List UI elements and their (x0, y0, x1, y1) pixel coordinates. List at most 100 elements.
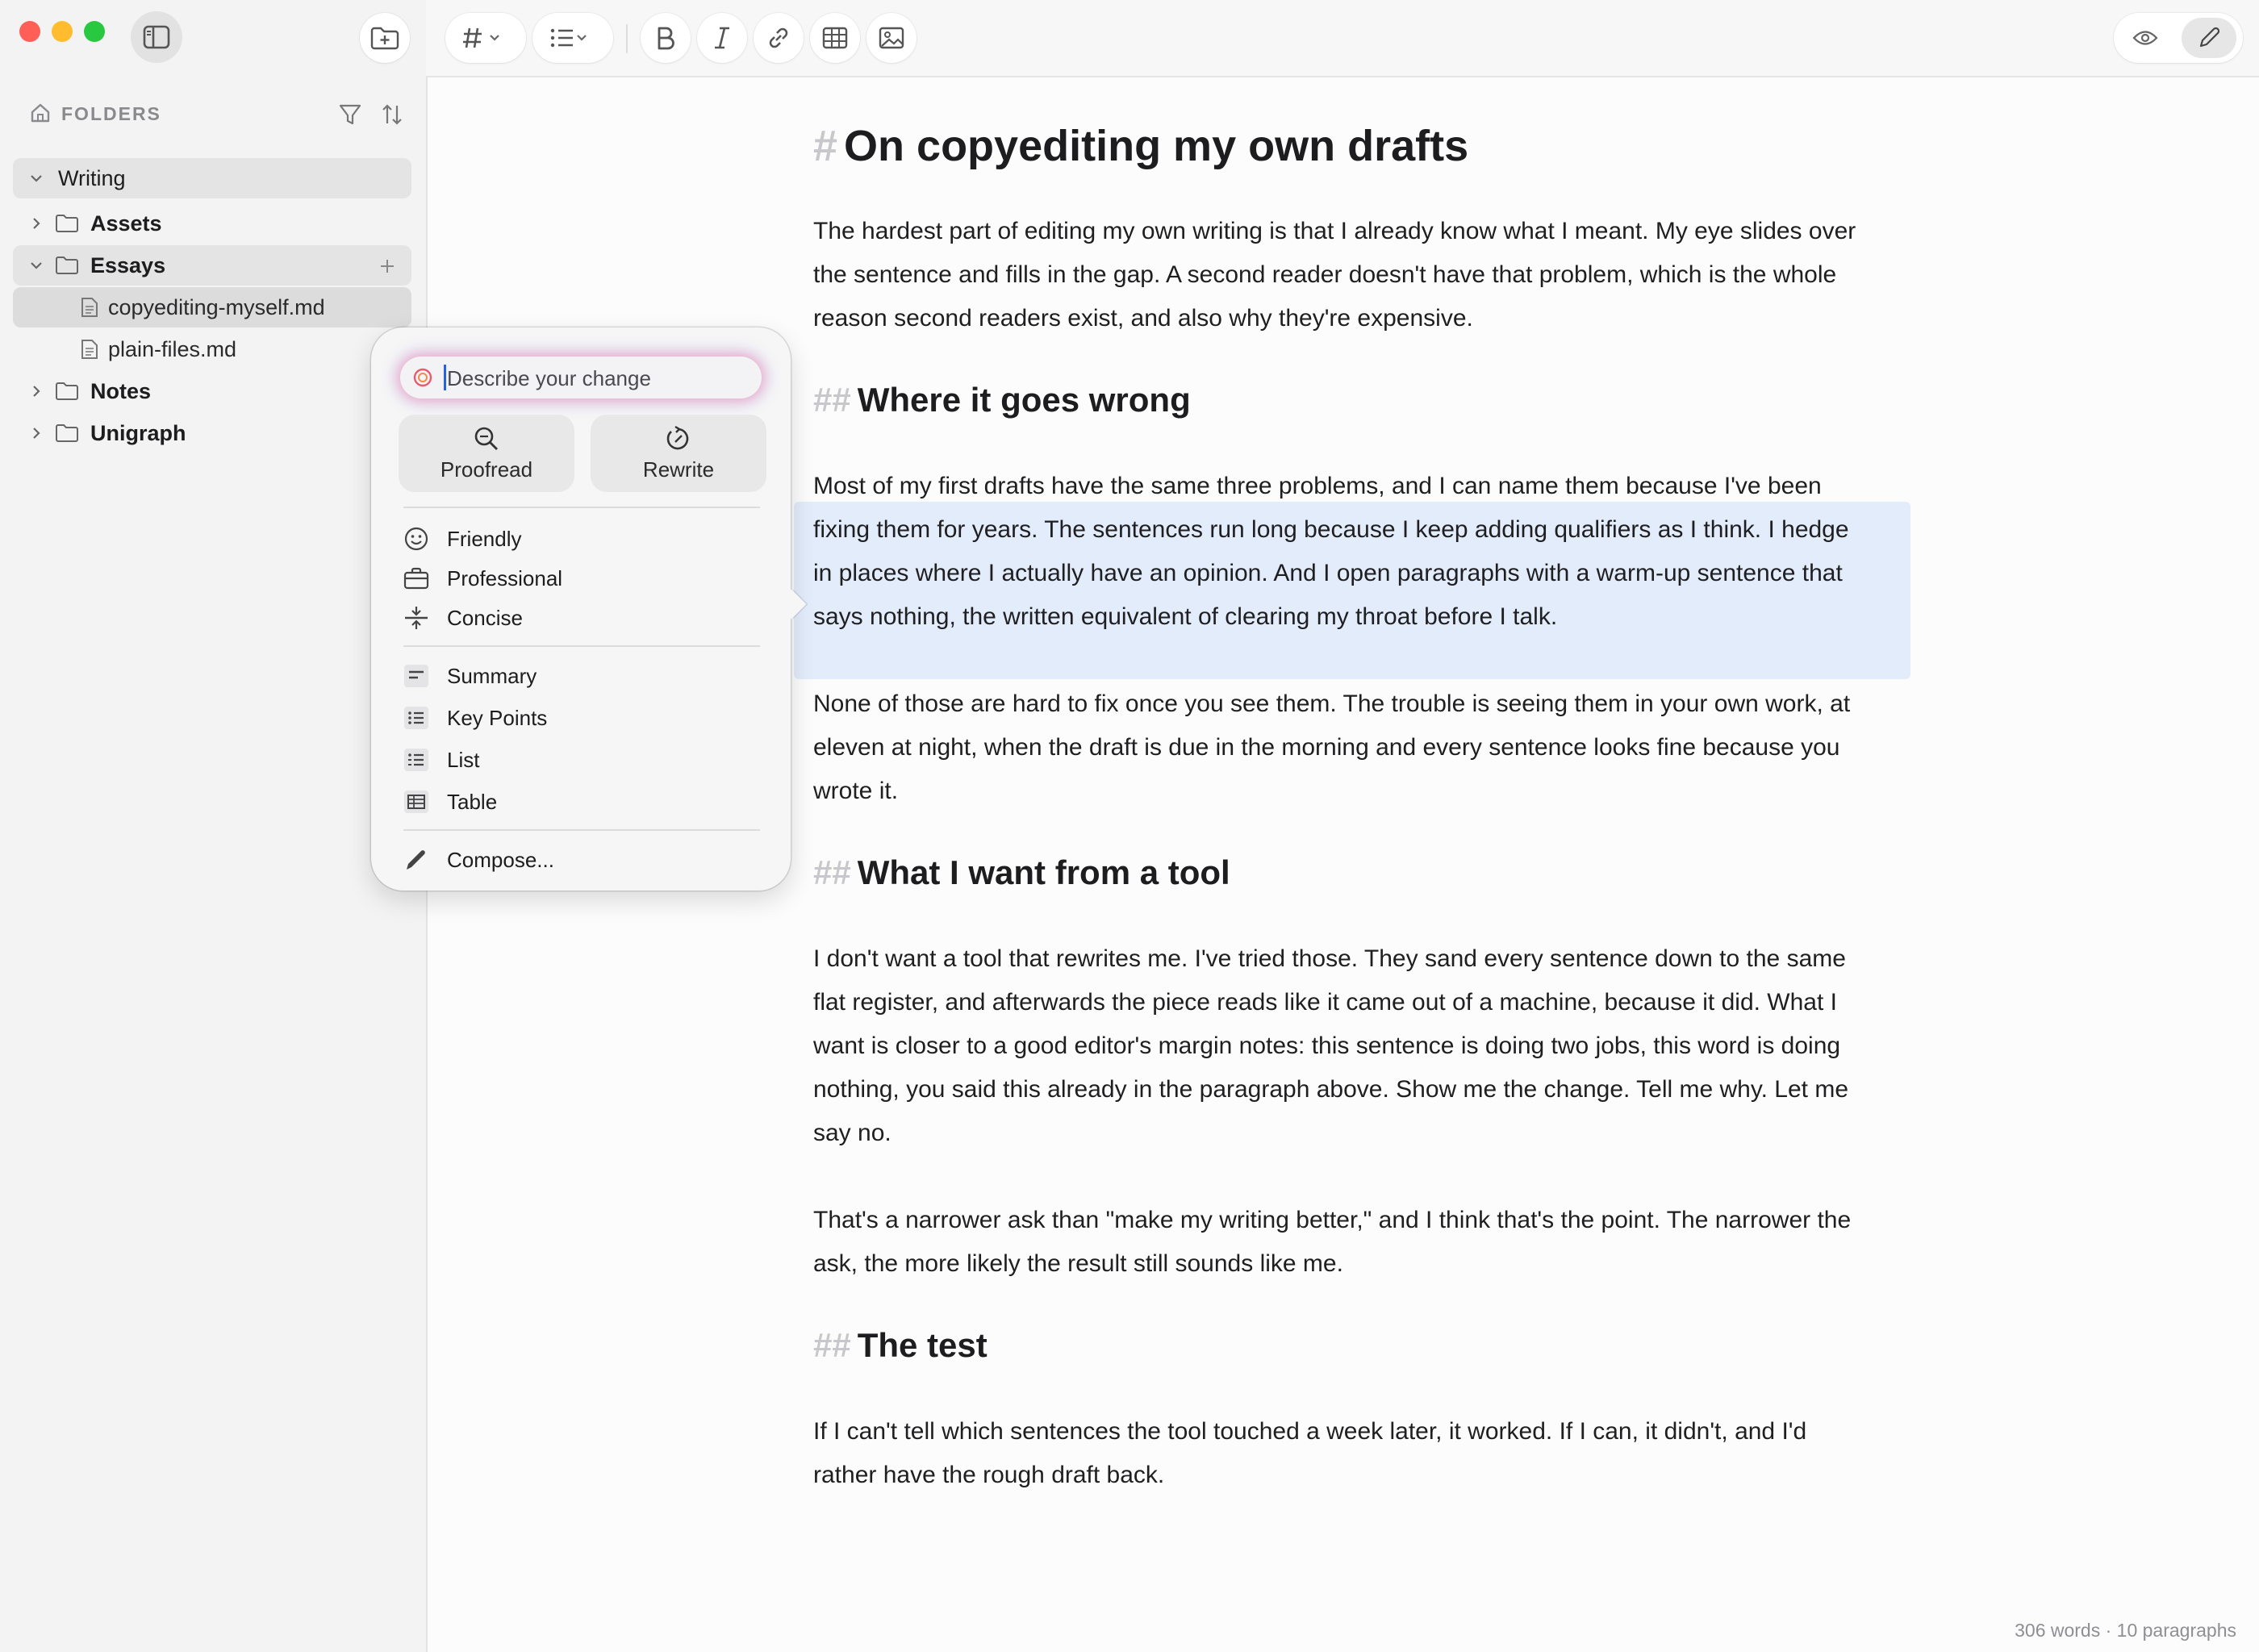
edit-mode-button[interactable] (2182, 18, 2236, 58)
menu-item-table[interactable]: Table (403, 784, 497, 820)
paragraph[interactable]: None of those are hard to fix once you s… (813, 682, 1862, 813)
folder-icon (55, 256, 79, 275)
menu-item-label: Concise (447, 605, 523, 630)
table-button[interactable] (810, 13, 860, 63)
table-icon (822, 27, 848, 49)
zoom-window-button[interactable] (84, 21, 105, 42)
tree-item-copyediting-myself[interactable]: copyediting-myself.md (13, 287, 411, 327)
writing-tools-popover: Describe your change Proofread Rewrite F… (371, 327, 807, 891)
paragraph-selected[interactable]: Most of my first drafts have the same th… (813, 465, 1862, 639)
proofread-label: Proofread (440, 457, 533, 482)
list-icon (550, 28, 587, 48)
minimize-window-button[interactable] (52, 21, 73, 42)
document-icon (81, 297, 98, 318)
table-icon (403, 790, 432, 814)
menu-item-summary[interactable]: Summary (403, 658, 537, 694)
tree-item-plain-files[interactable]: plain-files.md (13, 329, 411, 369)
tree-item-essays[interactable]: Essays (13, 245, 411, 286)
heading-dropdown-button[interactable] (445, 13, 526, 63)
image-button[interactable] (866, 13, 917, 63)
rewrite-button[interactable]: Rewrite (591, 415, 766, 492)
menu-separator (403, 507, 760, 508)
close-window-button[interactable] (19, 21, 40, 42)
section-heading[interactable]: ## The test (813, 1326, 1862, 1365)
tree-item-assets[interactable]: Assets (13, 203, 411, 244)
tree-item-unigraph[interactable]: Unigraph (13, 413, 411, 453)
rewrite-label: Rewrite (642, 457, 715, 482)
tree-item-notes[interactable]: Notes (13, 371, 411, 411)
describe-change-input[interactable]: Describe your change (400, 357, 762, 398)
list-dropdown-button[interactable] (532, 13, 613, 63)
new-folder-button[interactable] (360, 13, 410, 63)
chevron-right-icon (29, 384, 44, 398)
proofread-button[interactable]: Proofread (399, 415, 574, 492)
key-points-icon (403, 706, 432, 730)
tree-item-label: Essays (90, 252, 166, 277)
paragraph[interactable]: I don't want a tool that rewrites me. I'… (813, 937, 1862, 1155)
apple-intelligence-icon (411, 366, 434, 389)
paragraph[interactable]: That's a narrower ask than "make my writ… (813, 1199, 1862, 1286)
menu-item-compose[interactable]: Compose... (403, 842, 554, 878)
paragraph[interactable]: The hardest part of editing my own writi… (813, 210, 1862, 340)
add-item-button[interactable] (373, 252, 402, 281)
menu-item-list[interactable]: List (403, 742, 479, 778)
chevron-right-icon (29, 426, 44, 440)
folders-section-label: FOLDERS (61, 103, 161, 124)
home-icon (29, 102, 52, 124)
tree-item-writing[interactable]: Writing (13, 158, 411, 198)
tree-item-label: plain-files.md (108, 336, 237, 361)
chevron-down-icon (29, 258, 44, 273)
summary-icon (403, 664, 432, 688)
link-button[interactable] (754, 13, 804, 63)
menu-item-label: Compose... (447, 847, 554, 872)
italic-button[interactable] (697, 13, 747, 63)
heading-marker: ## (813, 1326, 851, 1364)
section-heading[interactable]: ## What I want from a tool (813, 853, 1862, 892)
sidebar-icon (143, 25, 170, 49)
link-icon (769, 27, 788, 48)
document-body[interactable]: # On copyediting my own drafts The hardes… (813, 121, 1862, 1497)
document-title[interactable]: # On copyediting my own drafts (813, 121, 1862, 171)
tree-item-label: Notes (90, 378, 152, 403)
filter-button[interactable] (334, 98, 366, 131)
filter-icon (339, 104, 361, 125)
italic-icon (715, 27, 729, 49)
paragraph[interactable]: If I can't tell which sentences the tool… (813, 1410, 1862, 1497)
smiley-icon (403, 526, 432, 552)
menu-item-concise[interactable]: Concise (403, 600, 523, 636)
bold-button[interactable] (641, 13, 691, 63)
heading-hash-icon (463, 27, 499, 48)
pencil-icon (2199, 27, 2220, 48)
tree-item-label: Unigraph (90, 420, 186, 445)
section-heading-text: What I want from a tool (857, 853, 1230, 891)
menu-separator (403, 645, 760, 647)
chevron-down-icon (29, 171, 44, 186)
menu-separator (403, 829, 760, 831)
sort-arrows-icon (382, 104, 402, 125)
sort-button[interactable] (376, 98, 408, 131)
tree-item-label: copyediting-myself.md (108, 294, 325, 319)
heading-marker: ## (813, 853, 851, 891)
concise-icon (403, 605, 432, 631)
toggle-sidebar-button[interactable] (131, 11, 182, 63)
folder-plus-icon (370, 27, 399, 50)
image-icon (879, 27, 904, 49)
pencil-icon (403, 847, 432, 873)
menu-item-professional[interactable]: Professional (403, 561, 562, 596)
document-title-text: On copyediting my own drafts (844, 122, 1469, 170)
section-heading-text: The test (857, 1326, 988, 1364)
section-heading[interactable]: ## Where it goes wrong (813, 381, 1862, 419)
bold-icon (658, 27, 674, 50)
magnifier-icon (474, 427, 498, 450)
folder-icon (55, 382, 79, 401)
menu-item-key-points[interactable]: Key Points (403, 700, 547, 736)
menu-item-label: Table (447, 789, 498, 814)
document-icon (81, 339, 98, 360)
toolbar-divider (626, 24, 628, 53)
preview-mode-button[interactable] (2120, 18, 2170, 58)
menu-item-label: Professional (447, 565, 563, 590)
heading-marker: ## (813, 381, 851, 419)
menu-item-label: List (447, 747, 480, 772)
menu-item-label: Summary (447, 663, 537, 688)
menu-item-friendly[interactable]: Friendly (403, 521, 521, 557)
